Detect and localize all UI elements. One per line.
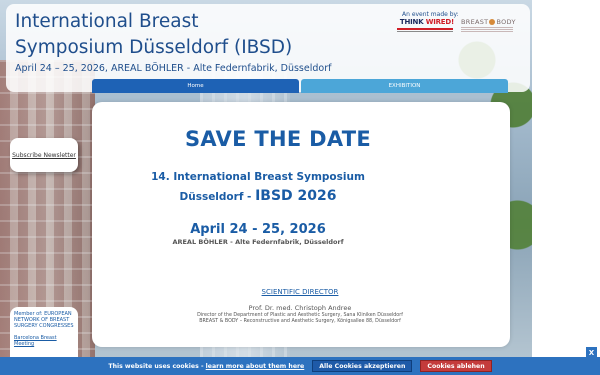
main-content: SAVE THE DATE 14. International Breast S…	[92, 102, 510, 347]
logo-underline	[397, 28, 453, 30]
member-text: Member of: EUROPEAN NETWORK OF BREAST SU…	[14, 311, 74, 329]
nav-tab-exhibition[interactable]: EXHIBITION	[301, 79, 508, 93]
think-wired-logo[interactable]: THINK WIRED!	[392, 18, 454, 26]
logo-breast-text: BREAST	[461, 18, 489, 26]
site-subtitle: April 24 – 25, 2026, AREAL BÖHLER - Alte…	[15, 63, 332, 74]
logo-think-text: THINK	[399, 18, 426, 26]
cookie-learn-more-link[interactable]: learn more about them here	[206, 363, 305, 370]
newsletter-box: Subscribe Newsletter	[10, 138, 78, 172]
director-affiliation-2: BREAST & BODY – Reconstructive and Aesth…	[199, 319, 401, 324]
logo-subline	[397, 31, 453, 32]
accept-cookies-button[interactable]: Alle Cookies akzeptieren	[312, 360, 413, 372]
main-nav: Home EXHIBITION	[92, 79, 508, 93]
nav-tab-home[interactable]: Home	[92, 79, 299, 93]
subscribe-newsletter-link[interactable]: Subscribe Newsletter	[12, 152, 76, 159]
barcelona-breast-meeting-link[interactable]: Barcelona Breast Meeting	[14, 335, 74, 347]
symposium-location: Düsseldorf -	[179, 191, 256, 203]
title-line-1: International Breast	[15, 11, 199, 32]
title-line-2: Symposium Düsseldorf (IBSD)	[15, 37, 293, 58]
cookie-bar: This website uses cookies - learn more a…	[0, 357, 600, 375]
logo-wired-text: WIRED!	[425, 18, 455, 26]
symposium-subtitle: Düsseldorf - IBSD 2026	[92, 188, 424, 204]
close-icon[interactable]: X	[586, 347, 597, 358]
symposium-acronym: IBSD 2026	[255, 188, 337, 204]
event-by-label: An event made by:	[402, 11, 459, 18]
decline-cookies-button[interactable]: Cookies ablehen	[420, 360, 492, 372]
cookie-text: This website uses cookies -	[108, 362, 206, 370]
save-the-date-heading: SAVE THE DATE	[184, 127, 372, 151]
site-title[interactable]: International Breast Symposium Düsseldor…	[15, 9, 375, 61]
ampersand-icon	[489, 19, 496, 25]
director-affiliation-1: Director of the Department of Plastic an…	[197, 313, 403, 318]
director-name: Prof. Dr. med. Christoph Andree	[248, 304, 352, 312]
breast-body-logo[interactable]: BREAST BODY	[461, 18, 516, 26]
logo-body-text: BODY	[496, 18, 516, 26]
symposium-title: 14. International Breast Symposium	[151, 171, 365, 183]
scientific-director-link[interactable]: SCIENTIFIC DIRECTOR	[92, 288, 508, 296]
logo-tagline-lines	[461, 27, 513, 33]
background-margin	[532, 0, 600, 375]
event-venue: AREAL BÖHLER - Alte Federnfabrik, Düssel…	[172, 238, 344, 246]
cookie-message: This website uses cookies - learn more a…	[108, 363, 304, 370]
event-date: April 24 - 25, 2026	[190, 222, 326, 237]
